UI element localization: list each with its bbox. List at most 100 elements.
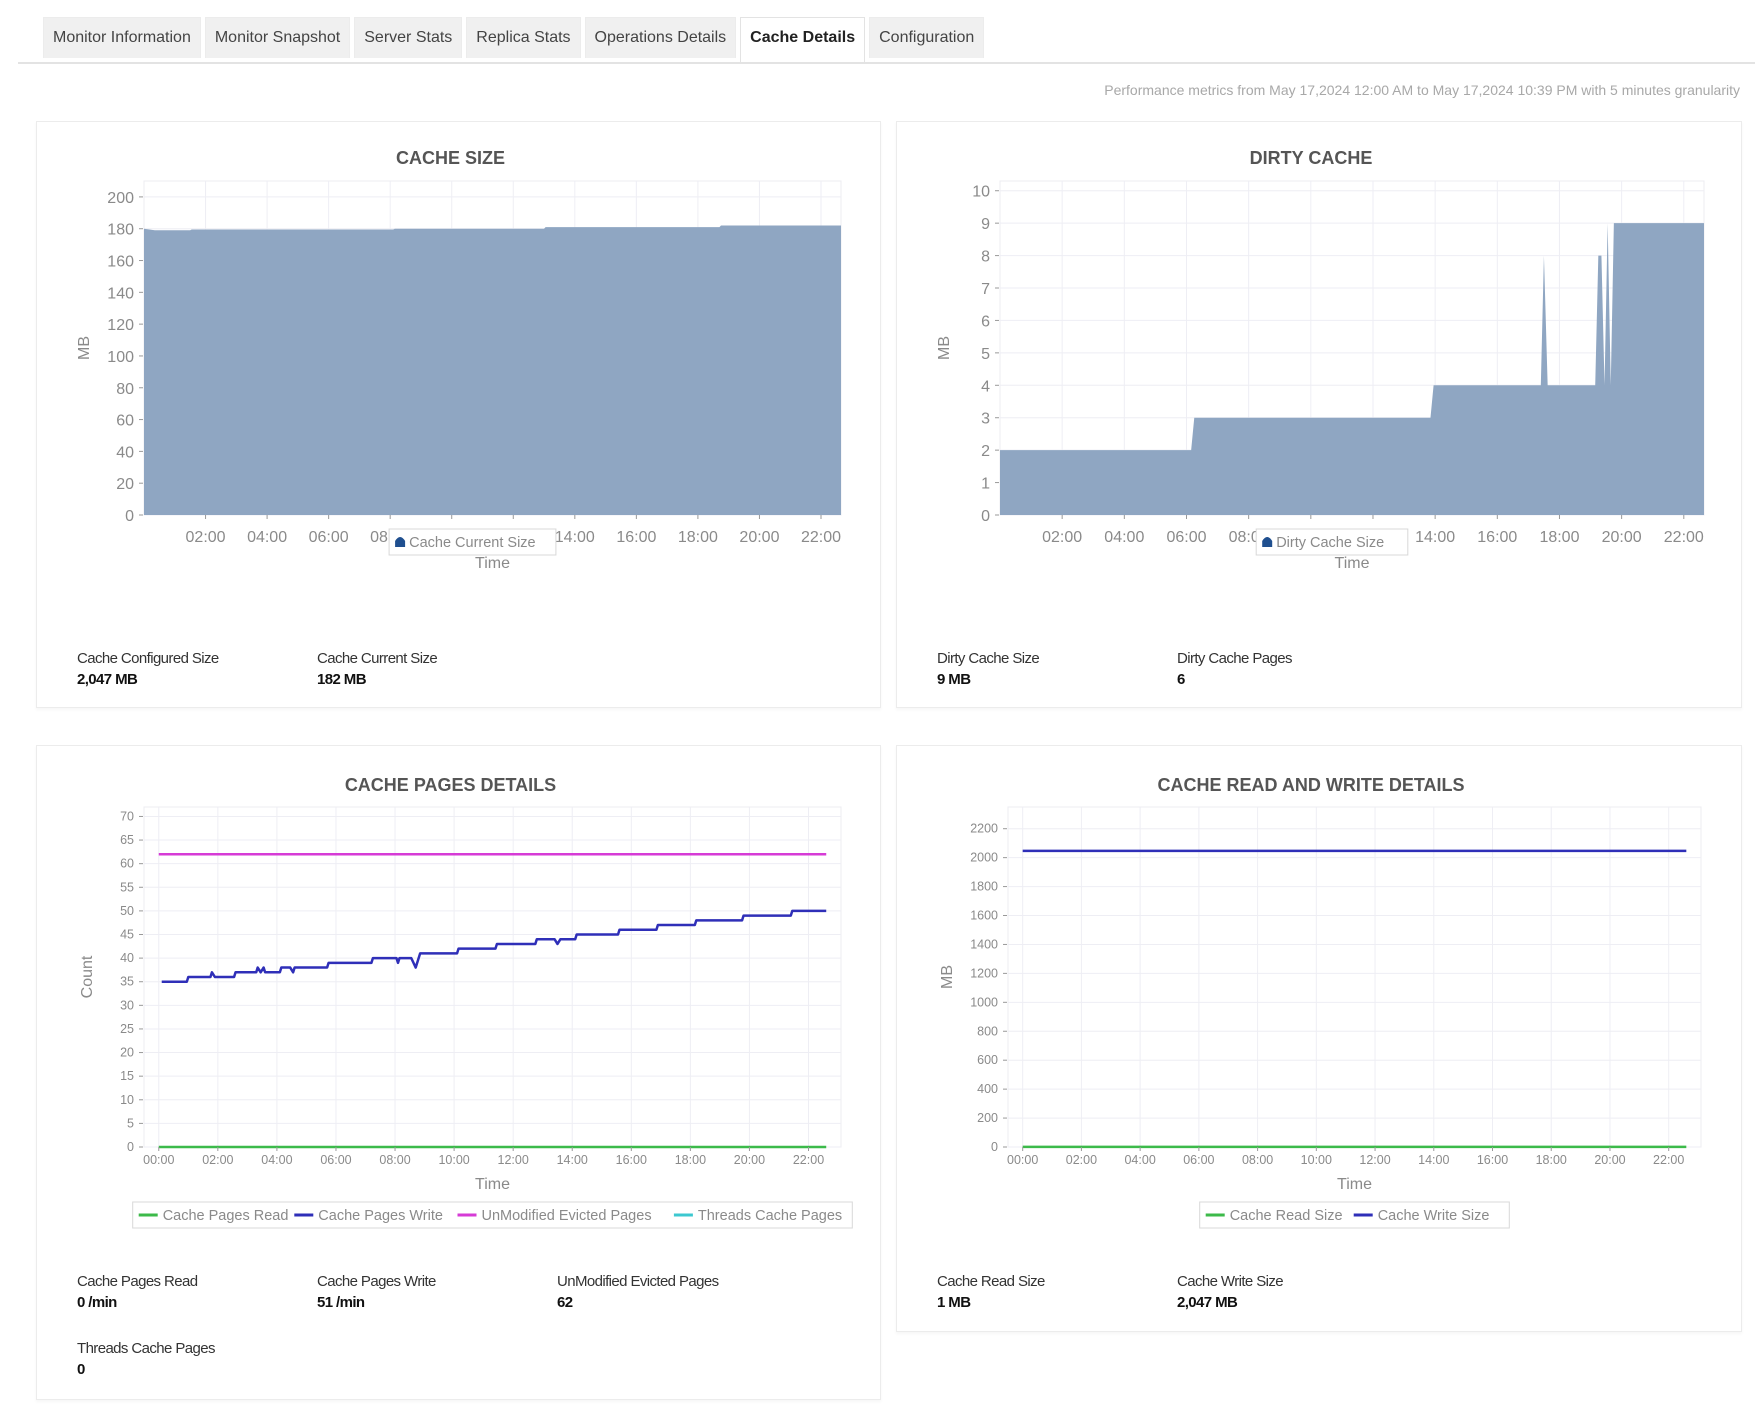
y-tick-label: 5 [981,346,990,363]
legend-item-cache-pages-read: Cache Pages Read [163,1208,289,1224]
cache-size-chart: CACHE SIZE 0 20 40 60 80 100 120 140 160 180 200 02:… [76,148,842,572]
area-series-cache-current-size [144,225,841,515]
tab-configuration[interactable]: Configuration [869,17,985,58]
stat-value: 0 [77,1361,85,1378]
x-tick-label: 12:00 [498,1153,529,1167]
x-tick-label: 12:00 [1359,1153,1390,1167]
y-tick-label: 50 [120,904,134,918]
y-tick-label: 40 [120,951,134,965]
y-tick-label: 2000 [970,851,998,865]
x-tick-label: 06:00 [320,1153,351,1167]
x-tick-label: 04:00 [261,1153,292,1167]
y-tick-label: 65 [120,833,134,847]
stat-value: 182 MB [317,671,367,688]
x-tick-label: 20:00 [1594,1153,1625,1167]
x-tick-label: 00:00 [1007,1153,1038,1167]
y-tick-label: 120 [107,317,134,334]
y-tick-label: 0 [127,1140,134,1154]
y-tick-label: 100 [107,349,134,366]
stat-cache-current-size: Cache Current Size 182 MB [317,650,438,688]
y-tick-label: 70 [120,809,134,823]
y-tick-label: 20 [120,1046,134,1060]
y-tick-label: 60 [116,413,134,430]
stat-cache-read-size: Cache Read Size 1 MB [937,1273,1045,1311]
plot-area [143,806,842,1148]
y-tick-label: 200 [977,1111,998,1125]
y-tick-label: 160 [107,254,134,271]
y-axis-label: Count [79,955,96,998]
legend-item-unmodified-evicted-pages: UnModified Evicted Pages [482,1208,652,1224]
stat-label: Cache Current Size [317,650,438,667]
chart-legend: Dirty Cache Size [1255,528,1409,556]
cache-read-write-panel: CACHE READ AND WRITE DETAILS 0 200 400 600 80… [896,745,1742,1332]
stat-cache-write-size: Cache Write Size 2,047 MB [1177,1273,1284,1311]
x-tick-label: 06:00 [309,529,349,546]
stat-value: 1 MB [937,1294,971,1311]
chart-legend: Cache Current Size [388,528,557,556]
x-tick-label: 10:00 [1301,1153,1332,1167]
tab-replica-stats[interactable]: Replica Stats [466,17,581,58]
x-tick-label: 04:00 [1104,529,1144,546]
x-tick-label: 14:00 [1418,1153,1449,1167]
stat-value: 2,047 MB [77,671,138,688]
y-tick-label: 5 [127,1116,134,1130]
stat-label: Dirty Cache Size [937,650,1040,667]
stat-value: 6 [1177,671,1185,688]
x-tick-label: 08:00 [379,1153,410,1167]
stat-label: Threads Cache Pages [77,1340,215,1357]
x-axis-label: Time [1335,555,1370,572]
x-tick-label: 22:00 [1664,529,1704,546]
y-tick-label: 180 [107,222,134,239]
y-tick-label: 10 [972,184,990,201]
legend-item-cache-pages-write: Cache Pages Write [318,1208,443,1224]
x-tick-label: 10:00 [438,1153,469,1167]
legend-item-cache-current-size: Cache Current Size [409,535,536,551]
tab-cache-details[interactable]: Cache Details [740,17,866,62]
y-tick-label: 1600 [970,909,998,923]
y-tick-label: 6 [981,313,990,330]
y-tick-label: 55 [120,880,134,894]
y-tick-label: 45 [120,928,134,942]
y-axis-label: MB [76,336,93,360]
stat-label: Cache Read Size [937,1273,1045,1290]
x-tick-label: 20:00 [739,529,779,546]
x-axis-label: Time [475,555,510,572]
y-tick-label: 2 [981,443,990,460]
stat-label: Dirty Cache Pages [1177,650,1292,667]
stat-cache-configured-size: Cache Configured Size 2,047 MB [77,650,219,688]
x-tick-label: 14:00 [555,529,595,546]
y-tick-label: 1200 [970,966,998,980]
x-tick-label: 02:00 [202,1153,233,1167]
chart-title: CACHE PAGES DETAILS [345,775,556,795]
chart-legend: Cache Pages Read Cache Pages Write UnModif… [132,1201,853,1229]
chart-legend: Cache Read Size Cache Write Size [1199,1201,1510,1229]
tab-monitor-information[interactable]: Monitor Information [43,17,201,58]
y-tick-label: 20 [116,476,134,493]
x-tick-label: 06:00 [1183,1153,1214,1167]
x-tick-label: 20:00 [1602,529,1642,546]
stat-dirty-cache-pages: Dirty Cache Pages 6 [1177,650,1292,688]
y-tick-label: 2200 [970,822,998,836]
x-tick-label: 16:00 [1477,529,1517,546]
y-tick-label: 1000 [970,995,998,1009]
x-tick-label: 22:00 [1653,1153,1684,1167]
stat-label: Cache Pages Write [317,1273,436,1290]
x-tick-label: 16:00 [616,529,656,546]
x-tick-label: 20:00 [734,1153,765,1167]
tab-operations-details[interactable]: Operations Details [584,17,737,58]
x-axis-label: Time [1337,1176,1372,1193]
tab-server-stats[interactable]: Server Stats [354,17,463,58]
chart-title: CACHE READ AND WRITE DETAILS [1158,775,1465,795]
y-tick-label: 600 [977,1053,998,1067]
stat-label: Cache Configured Size [77,650,219,667]
x-tick-label: 18:00 [1539,529,1579,546]
dirty-cache-panel: DIRTY CACHE 0 1 2 3 4 5 6 7 8 9 10 02:00 04:00 06:00 08… [896,121,1742,708]
y-tick-label: 200 [107,190,134,207]
x-tick-label: 18:00 [1536,1153,1567,1167]
y-tick-label: 400 [977,1082,998,1096]
x-tick-label: 14:00 [557,1153,588,1167]
y-tick-label: 1400 [970,937,998,951]
tab-monitor-snapshot[interactable]: Monitor Snapshot [204,17,351,58]
y-tick-label: 800 [977,1024,998,1038]
legend-item-dirty-cache-size: Dirty Cache Size [1276,535,1384,551]
